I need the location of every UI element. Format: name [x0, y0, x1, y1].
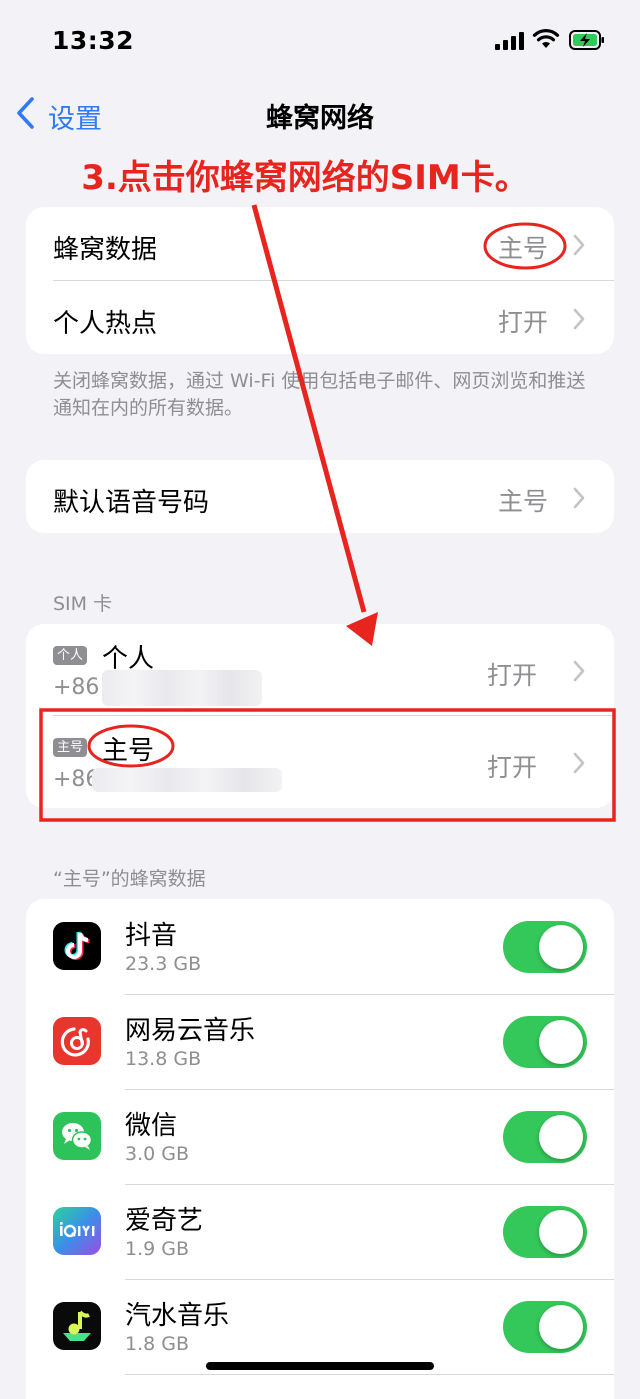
annotation-arrow: [251, 204, 367, 613]
annotation-overlay: [39, 204, 616, 822]
annotation-circle: [87, 724, 175, 768]
annotation-circle: [483, 222, 567, 270]
annotation-arrowhead: [346, 612, 378, 646]
home-indicator[interactable]: [206, 1362, 434, 1370]
